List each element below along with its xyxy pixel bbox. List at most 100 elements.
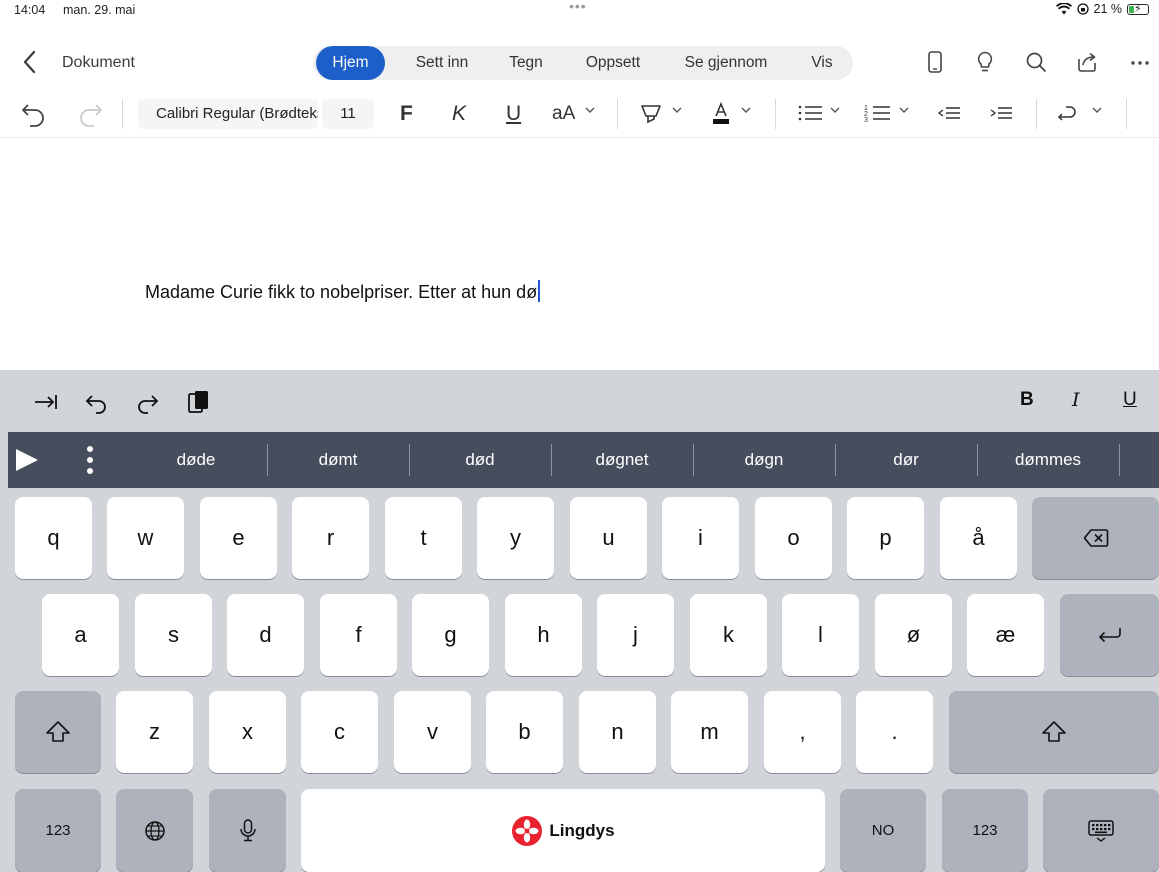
ribbon-tab-bar: Hjem Sett inn Tegn Oppsett Se gjennom Vi…: [313, 46, 853, 80]
key-f[interactable]: f: [320, 594, 397, 676]
prediction-bar: døde dømt død døgnet døgn dør dømmes: [8, 432, 1159, 488]
vertical-more-icon[interactable]: [84, 444, 96, 476]
font-name-field[interactable]: Calibri Regular (Brødtekst): [138, 99, 318, 129]
bullet-list-icon[interactable]: [796, 98, 824, 128]
battery-icon: ⚡: [1127, 3, 1149, 15]
numbers-key-right[interactable]: 123: [942, 789, 1028, 872]
key-n[interactable]: n: [579, 691, 656, 773]
back-chevron-icon[interactable]: [18, 49, 42, 75]
globe-key[interactable]: [116, 789, 193, 872]
prediction-word[interactable]: døgn: [694, 432, 834, 488]
text-size-button[interactable]: aA: [552, 100, 575, 128]
redo-icon[interactable]: [76, 98, 104, 128]
key-t[interactable]: t: [385, 497, 462, 579]
chevron-down-icon[interactable]: [899, 106, 909, 114]
prediction-word[interactable]: dømt: [268, 432, 408, 488]
key-b[interactable]: b: [486, 691, 563, 773]
key-l[interactable]: l: [782, 594, 859, 676]
undo-icon[interactable]: [20, 98, 48, 128]
key-e[interactable]: e: [200, 497, 277, 579]
key-s[interactable]: s: [135, 594, 212, 676]
tab-se-gjennom[interactable]: Se gjennom: [671, 46, 781, 80]
key-oe[interactable]: ø: [875, 594, 952, 676]
key-w[interactable]: w: [107, 497, 184, 579]
key-x[interactable]: x: [209, 691, 286, 773]
key-aa[interactable]: å: [940, 497, 1017, 579]
key-p[interactable]: p: [847, 497, 924, 579]
key-m[interactable]: m: [671, 691, 748, 773]
key-y[interactable]: y: [477, 497, 554, 579]
prediction-word[interactable]: døgnet: [552, 432, 692, 488]
tab-key-icon[interactable]: [33, 389, 59, 415]
prediction-divider: [1119, 444, 1120, 476]
ribbon-divider: [122, 99, 123, 129]
return-key[interactable]: [1060, 594, 1159, 676]
bold-button[interactable]: F: [400, 100, 413, 128]
key-h[interactable]: h: [505, 594, 582, 676]
key-v[interactable]: v: [394, 691, 471, 773]
chevron-down-icon[interactable]: [672, 106, 682, 114]
key-g[interactable]: g: [412, 594, 489, 676]
share-icon[interactable]: [1075, 50, 1099, 74]
shift-key-right[interactable]: [949, 691, 1159, 773]
key-r[interactable]: r: [292, 497, 369, 579]
key-c[interactable]: c: [301, 691, 378, 773]
search-icon[interactable]: [1024, 50, 1048, 74]
prediction-word[interactable]: død: [410, 432, 550, 488]
dictation-key[interactable]: [209, 789, 286, 872]
italic-shortcut-button[interactable]: I: [1072, 389, 1080, 411]
decrease-indent-icon[interactable]: [936, 98, 962, 128]
key-ae[interactable]: æ: [967, 594, 1044, 676]
prediction-word[interactable]: dømmes: [978, 432, 1118, 488]
tab-oppsett[interactable]: Oppsett: [569, 46, 657, 80]
undo-icon[interactable]: [84, 389, 110, 415]
back-label[interactable]: Dokument: [62, 54, 135, 72]
chevron-down-icon[interactable]: [830, 106, 840, 114]
tab-hjem[interactable]: Hjem: [316, 46, 385, 80]
key-comma[interactable]: ,: [764, 691, 841, 773]
chevron-down-icon[interactable]: [585, 106, 595, 114]
lightbulb-icon[interactable]: [973, 50, 997, 74]
key-a[interactable]: a: [42, 594, 119, 676]
underline-shortcut-button[interactable]: U: [1123, 389, 1137, 411]
numbers-key-left[interactable]: 123: [15, 789, 101, 872]
tab-sett-inn[interactable]: Sett inn: [399, 46, 485, 80]
numbered-list-icon[interactable]: 123: [864, 98, 892, 128]
font-size-field[interactable]: 11: [322, 99, 374, 129]
key-z[interactable]: z: [116, 691, 193, 773]
shift-key-left[interactable]: [15, 691, 101, 773]
prediction-word[interactable]: døde: [126, 432, 266, 488]
chevron-down-icon[interactable]: [1092, 106, 1102, 114]
key-j[interactable]: j: [597, 594, 674, 676]
tab-tegn[interactable]: Tegn: [494, 46, 558, 80]
key-q[interactable]: q: [15, 497, 92, 579]
paste-icon[interactable]: [186, 389, 212, 415]
chevron-down-icon[interactable]: [741, 106, 751, 114]
increase-indent-icon[interactable]: [988, 98, 1014, 128]
key-k[interactable]: k: [690, 594, 767, 676]
key-i[interactable]: i: [662, 497, 739, 579]
paragraph-mark-icon[interactable]: [1056, 98, 1084, 128]
space-key[interactable]: Lingdys: [301, 789, 825, 872]
tab-vis[interactable]: Vis: [795, 46, 849, 80]
key-o[interactable]: o: [755, 497, 832, 579]
font-color-icon[interactable]: [708, 98, 734, 128]
multitasking-dots-icon[interactable]: •••: [569, 0, 587, 14]
highlighter-icon[interactable]: [638, 98, 664, 128]
prediction-word[interactable]: dør: [836, 432, 976, 488]
hide-keyboard-key[interactable]: [1043, 789, 1159, 872]
key-d[interactable]: d: [227, 594, 304, 676]
key-u[interactable]: u: [570, 497, 647, 579]
document-canvas[interactable]: Madame Curie fikk to nobelpriser. Etter …: [0, 140, 1159, 492]
italic-button[interactable]: K: [452, 100, 466, 128]
language-key[interactable]: NO: [840, 789, 926, 872]
phone-view-icon[interactable]: [923, 50, 947, 74]
document-paragraph[interactable]: Madame Curie fikk to nobelpriser. Etter …: [145, 280, 541, 303]
key-period[interactable]: .: [856, 691, 933, 773]
backspace-key[interactable]: [1032, 497, 1159, 579]
bold-shortcut-button[interactable]: B: [1020, 389, 1034, 411]
underline-button[interactable]: U: [506, 100, 521, 128]
more-icon[interactable]: [1128, 50, 1152, 74]
redo-icon[interactable]: [134, 389, 160, 415]
play-icon[interactable]: [14, 447, 40, 473]
